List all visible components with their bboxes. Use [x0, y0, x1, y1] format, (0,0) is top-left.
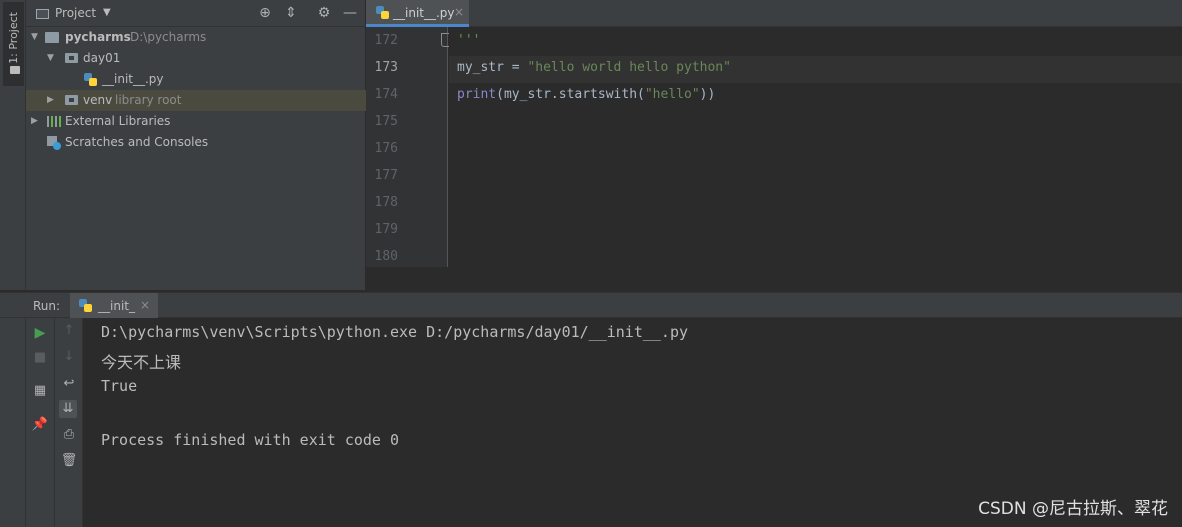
- project-pane: Project ▼ ⊕ ⇕ ⚙ — ▼ pycharms D:\pycharms…: [26, 0, 366, 290]
- tree-item-pycharms[interactable]: ▼ pycharms D:\pycharms: [26, 27, 366, 48]
- editor-tab-label: __init__.py: [393, 6, 455, 20]
- line-number: 173: [374, 60, 398, 75]
- console-line: True: [101, 377, 138, 395]
- builtin-token: print: [457, 87, 497, 102]
- trash-icon[interactable]: 🗑: [60, 452, 78, 470]
- scroll-to-end-icon[interactable]: ⇊: [59, 400, 77, 418]
- python-file-icon: [376, 6, 389, 19]
- run-toolbar-primary: ▶ ■ ▦ 📌: [26, 318, 55, 527]
- code-line-174: print(my_str.startswith("hello")): [457, 87, 715, 102]
- code-line-173: my_str = "hello world hello python": [457, 60, 731, 75]
- tree-item-label: venv: [83, 93, 113, 107]
- python-file-icon: [79, 299, 92, 312]
- watermark: CSDN @尼古拉斯、翠花: [978, 499, 1168, 519]
- editor-tab-bar: __init__.py ×: [366, 0, 1182, 27]
- gear-icon[interactable]: ⚙: [315, 4, 333, 22]
- soft-wrap-icon[interactable]: ↩: [60, 375, 78, 393]
- chevron-right-icon[interactable]: ▶: [47, 90, 54, 111]
- project-pane-header: Project ▼ ⊕ ⇕ ⚙ —: [26, 0, 366, 27]
- stop-icon[interactable]: ■: [31, 349, 49, 367]
- string-literal: "hello world hello python": [527, 60, 731, 75]
- folder-icon: [65, 53, 78, 63]
- line-number: 177: [374, 168, 398, 183]
- editor-tab-init-py[interactable]: __init__.py ×: [366, 0, 469, 27]
- line-number: 180: [374, 249, 398, 264]
- tree-item-external-libraries[interactable]: ▶ External Libraries: [26, 111, 366, 132]
- chevron-right-icon[interactable]: ▶: [31, 111, 38, 132]
- editor-empty-area: [366, 267, 1182, 290]
- line-number: 175: [374, 114, 398, 129]
- run-tab-label: __init_: [98, 299, 135, 313]
- pin-icon[interactable]: 📌: [31, 416, 49, 434]
- tree-item-label: Scratches and Consoles: [65, 135, 209, 149]
- run-left-strip: [0, 318, 26, 527]
- print-icon[interactable]: ⎙: [60, 426, 78, 444]
- chevron-down-icon[interactable]: ▼: [103, 7, 111, 18]
- tree-item-path: D:\pycharms: [130, 30, 207, 44]
- close-icon[interactable]: ×: [140, 298, 150, 312]
- arrow-up-icon[interactable]: ↑: [60, 322, 78, 340]
- project-tree: ▼ pycharms D:\pycharms ▼ day01 __init__.…: [26, 27, 366, 153]
- locate-icon[interactable]: ⊕: [256, 4, 274, 22]
- line-number: 178: [374, 195, 398, 210]
- string-literal: "hello": [644, 87, 700, 102]
- code-token: (my_str.startswith(: [496, 87, 645, 102]
- code-token: my_str =: [457, 60, 528, 75]
- close-icon[interactable]: ×: [454, 5, 464, 19]
- console-line: 今天不上课: [101, 353, 182, 372]
- collapse-all-icon[interactable]: ⇕: [282, 4, 300, 22]
- console-line: Process finished with exit code 0: [101, 431, 400, 449]
- line-number: 174: [374, 87, 398, 102]
- python-file-icon: [84, 73, 97, 86]
- folder-icon: [10, 66, 20, 74]
- project-tool-tab[interactable]: 1: Project: [3, 2, 24, 86]
- left-tool-strip: 1: Project: [0, 0, 26, 290]
- project-view-icon: [36, 9, 49, 19]
- tree-item-init-py[interactable]: __init__.py: [26, 69, 366, 90]
- scratches-icon: [47, 136, 61, 150]
- chevron-down-icon[interactable]: ▼: [31, 27, 38, 48]
- minimize-icon[interactable]: —: [341, 4, 359, 22]
- line-number: 176: [374, 141, 398, 156]
- tree-item-label: pycharms: [65, 30, 131, 44]
- tree-item-label: day01: [83, 51, 121, 65]
- console-line: D:\pycharms\venv\Scripts\python.exe D:/p…: [101, 323, 688, 341]
- tree-item-hint: library root: [115, 93, 182, 107]
- tree-item-label: __init__.py: [102, 72, 164, 86]
- project-tool-tab-label: 1: Project: [7, 12, 20, 64]
- tree-item-venv[interactable]: ▶ venv library root: [26, 90, 366, 111]
- line-number: 179: [374, 222, 398, 237]
- run-panel-header: Run: __init_ ×: [0, 292, 1182, 318]
- code-editor[interactable]: ''' my_str = "hello world hello python" …: [449, 27, 1182, 267]
- arrow-down-icon[interactable]: ↓: [60, 348, 78, 366]
- folder-icon: [45, 32, 59, 43]
- code-line-172: ''': [457, 33, 481, 48]
- editor-gutter: 172 173 174 175 176 177 178 179 180: [366, 27, 453, 267]
- rerun-icon[interactable]: ▶: [31, 324, 49, 342]
- tree-item-label: External Libraries: [65, 114, 171, 128]
- tree-item-scratches[interactable]: Scratches and Consoles: [26, 132, 366, 153]
- code-token: )): [699, 87, 716, 102]
- folder-icon: [65, 95, 78, 105]
- libraries-icon: [47, 116, 61, 127]
- tree-item-day01[interactable]: ▼ day01: [26, 48, 366, 69]
- layout-icon[interactable]: ▦: [31, 382, 49, 400]
- run-label: Run:: [33, 299, 61, 313]
- run-tab-init[interactable]: __init_ ×: [70, 293, 158, 318]
- project-view-title[interactable]: Project: [55, 6, 96, 20]
- run-toolbar-secondary: ↑ ↓ ↩ ⇊ ⎙ 🗑: [55, 318, 83, 527]
- line-number: 172: [374, 33, 398, 48]
- chevron-down-icon[interactable]: ▼: [47, 48, 54, 69]
